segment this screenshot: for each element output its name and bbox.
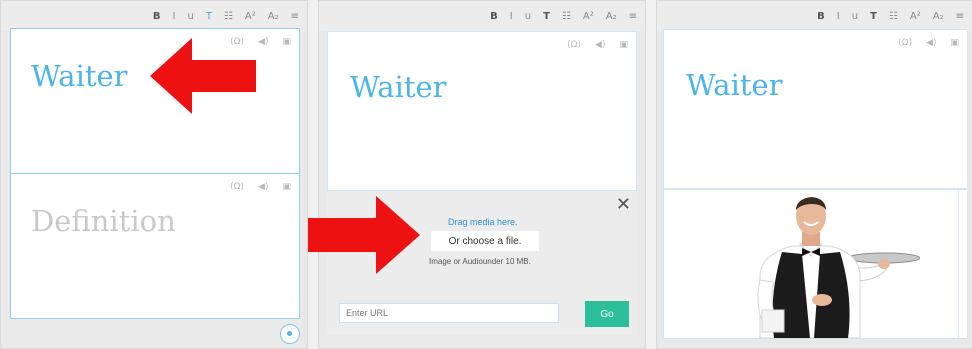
front-word: Waiter bbox=[31, 59, 128, 93]
underline-button[interactable]: u bbox=[187, 11, 193, 22]
vertical-divider bbox=[958, 190, 959, 340]
align-button[interactable]: ≡ bbox=[629, 11, 637, 22]
subscript-button[interactable]: A₂ bbox=[268, 11, 279, 22]
text-color-button[interactable]: T bbox=[206, 11, 212, 22]
back-card[interactable]: (Ω) ◀) ▣ Definition bbox=[10, 173, 300, 319]
bold-button[interactable]: B bbox=[153, 11, 161, 22]
superscript-button[interactable]: A² bbox=[245, 11, 256, 22]
camera-icon[interactable]: ▣ bbox=[950, 38, 959, 48]
underline-button[interactable]: u bbox=[525, 11, 531, 22]
waiter-image bbox=[757, 197, 920, 339]
add-media-button[interactable] bbox=[280, 324, 300, 344]
italic-button[interactable]: I bbox=[510, 11, 513, 22]
front-card[interactable]: (Ω) ◀) ▣ Waiter bbox=[327, 31, 637, 191]
formatting-toolbar: B I u T ☷ A² A₂ ≡ bbox=[1, 1, 307, 31]
camera-icon[interactable]: ▣ bbox=[282, 182, 291, 192]
speaker-icon[interactable]: ◀) bbox=[258, 182, 268, 192]
speaker-icon[interactable]: ◀) bbox=[258, 37, 268, 47]
editor-panel-3: B I u T ☷ A² A₂ ≡ (Ω) ◀) ▣ Waiter bbox=[656, 0, 972, 349]
image-tool[interactable]: (Ω) bbox=[567, 40, 581, 50]
formatting-toolbar: B I u T ☷ A² A₂ ≡ bbox=[319, 1, 645, 31]
card-tools: (Ω) ◀) ▣ bbox=[230, 182, 291, 192]
back-word: Definition bbox=[31, 204, 176, 238]
italic-button[interactable]: I bbox=[837, 11, 840, 22]
speaker-icon[interactable]: ◀) bbox=[595, 40, 605, 50]
front-word: Waiter bbox=[686, 68, 783, 102]
back-card-with-image[interactable] bbox=[663, 189, 967, 340]
text-color-button[interactable]: T bbox=[870, 11, 877, 22]
image-tool[interactable]: (Ω) bbox=[898, 38, 912, 48]
speaker-icon[interactable]: ◀) bbox=[926, 38, 936, 48]
close-icon[interactable]: ✕ bbox=[616, 196, 631, 214]
list-button[interactable]: ☷ bbox=[562, 11, 571, 22]
list-button[interactable]: ☷ bbox=[224, 11, 233, 22]
bold-button[interactable]: B bbox=[817, 11, 825, 22]
card-tools: (Ω) ◀) ▣ bbox=[898, 38, 959, 48]
text-color-button[interactable]: T bbox=[543, 11, 550, 22]
camera-icon[interactable]: ▣ bbox=[619, 40, 628, 50]
camera-icon[interactable]: ▣ bbox=[282, 37, 291, 47]
front-card[interactable]: (Ω) ◀) ▣ Waiter bbox=[663, 29, 967, 189]
drag-media-label: Drag media here. bbox=[448, 217, 518, 227]
right-arrow-icon bbox=[308, 196, 420, 274]
url-input[interactable] bbox=[339, 303, 559, 323]
italic-button[interactable]: I bbox=[173, 11, 176, 22]
bold-button[interactable]: B bbox=[490, 11, 498, 22]
formatting-toolbar: B I u T ☷ A² A₂ ≡ bbox=[657, 1, 972, 31]
superscript-button[interactable]: A² bbox=[910, 11, 921, 22]
card-tools: (Ω) ◀) ▣ bbox=[567, 40, 628, 50]
url-row: Go bbox=[327, 291, 637, 335]
subscript-button[interactable]: A₂ bbox=[933, 11, 944, 22]
list-button[interactable]: ☷ bbox=[889, 11, 898, 22]
align-button[interactable]: ≡ bbox=[956, 11, 964, 22]
subscript-button[interactable]: A₂ bbox=[606, 11, 617, 22]
front-word: Waiter bbox=[350, 70, 447, 104]
go-button[interactable]: Go bbox=[585, 301, 629, 327]
image-tool[interactable]: (Ω) bbox=[230, 182, 244, 192]
choose-file-button[interactable]: Or choose a file. bbox=[431, 231, 539, 251]
editor-panel-2: B I u T ☷ A² A₂ ≡ (Ω) ◀) ▣ Waiter ✕ Drag… bbox=[318, 0, 646, 349]
left-arrow-icon bbox=[150, 38, 256, 114]
align-button[interactable]: ≡ bbox=[291, 11, 299, 22]
file-limit-note: Image or Audiounder 10 MB. bbox=[429, 257, 531, 266]
underline-button[interactable]: u bbox=[852, 11, 858, 22]
superscript-button[interactable]: A² bbox=[583, 11, 594, 22]
